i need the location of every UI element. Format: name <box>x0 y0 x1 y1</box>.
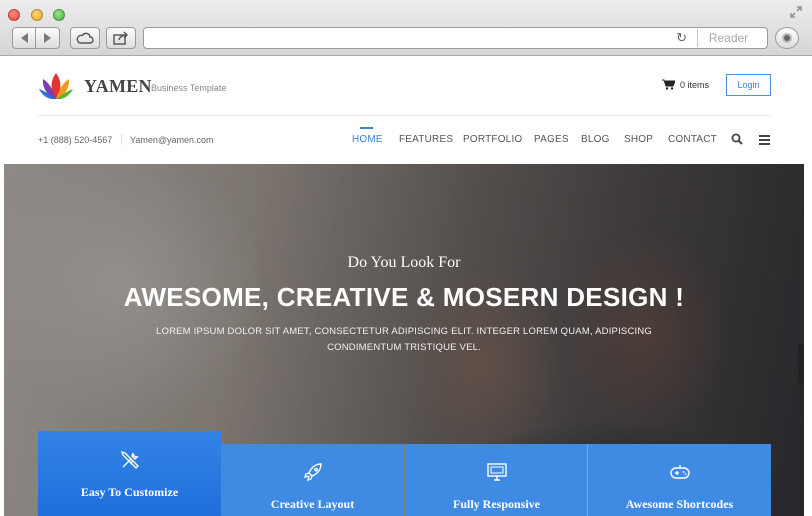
forward-icon <box>44 33 51 43</box>
nav-home[interactable]: HOME <box>352 134 383 145</box>
tools-icon <box>120 450 139 469</box>
feature-creative-layout[interactable]: Creative Layout <box>221 444 404 516</box>
hero-subtitle: LOREM IPSUM DOLOR SIT AMET, CONSECTETUR … <box>156 326 652 353</box>
side-panel-tab[interactable] <box>798 344 804 384</box>
share-button[interactable] <box>106 27 136 49</box>
minimize-window-button[interactable] <box>31 9 43 21</box>
icloud-tabs-button[interactable] <box>70 27 100 49</box>
menu-icon[interactable] <box>759 135 770 145</box>
brand-name[interactable]: YAMEN <box>84 76 152 97</box>
downloads-button[interactable] <box>775 27 799 49</box>
feature-label: Easy To Customize <box>80 485 179 499</box>
address-bar[interactable]: ↻ Reader <box>143 27 768 49</box>
nav-pages[interactable]: PAGES <box>534 134 569 145</box>
cart-count: 0 items <box>680 79 710 90</box>
email-address[interactable]: Yamen@yamen.com <box>130 135 214 145</box>
active-nav-indicator <box>360 127 373 129</box>
back-forward-group <box>12 27 60 49</box>
nav-shop[interactable]: SHOP <box>624 134 653 145</box>
brand-tagline: Business Template <box>151 83 227 93</box>
forward-button[interactable] <box>36 28 59 48</box>
back-icon <box>20 33 28 43</box>
back-button[interactable] <box>13 28 37 48</box>
feature-label: Fully Responsive <box>452 497 540 511</box>
nav-contact[interactable]: CONTACT <box>668 134 717 145</box>
feature-easy-to-customize[interactable]: Easy To Customize <box>38 431 221 516</box>
browser-toolbar: ↻ Reader <box>0 0 812 56</box>
zoom-window-button[interactable] <box>53 9 65 21</box>
site-header: YAMEN Business Template 0 items Login +1… <box>0 57 812 163</box>
cart-link[interactable]: 0 items <box>662 79 709 90</box>
feature-fully-responsive[interactable]: Fully Responsive <box>405 444 588 516</box>
header-divider <box>38 115 771 116</box>
icloud-icon <box>76 32 94 44</box>
nav-blog[interactable]: BLOG <box>581 134 610 145</box>
reader-button[interactable]: Reader <box>697 29 759 47</box>
rocket-icon <box>303 463 322 482</box>
feature-awesome-shortcodes[interactable]: Awesome Shortcodes <box>588 444 771 516</box>
feature-label: Creative Layout <box>270 497 355 511</box>
close-window-button[interactable] <box>8 9 20 21</box>
login-button[interactable]: Login <box>726 74 771 96</box>
download-icon <box>782 33 792 43</box>
hero-pretitle: Do You Look For <box>347 254 461 271</box>
lotus-logo-icon[interactable] <box>38 71 74 103</box>
gamepad-icon <box>669 465 690 479</box>
contact-separator <box>121 134 122 145</box>
cart-icon <box>662 79 675 90</box>
feature-label: Awesome Shortcodes <box>625 497 734 511</box>
search-icon[interactable] <box>731 133 743 145</box>
nav-features[interactable]: FEATURES <box>399 134 453 145</box>
fullscreen-icon[interactable] <box>790 6 802 18</box>
reload-icon[interactable]: ↻ <box>676 30 687 46</box>
feature-boxes: Easy To Customize Creative Layout Fully … <box>38 431 771 516</box>
share-icon <box>113 31 128 45</box>
monitor-icon <box>486 463 507 481</box>
phone-number: +1 (888) 520-4567 <box>38 135 113 145</box>
hero-title: AWESOME, CREATIVE & MOSERN DESIGN ! <box>123 282 685 312</box>
nav-portfolio[interactable]: PORTFOLIO <box>463 134 522 145</box>
